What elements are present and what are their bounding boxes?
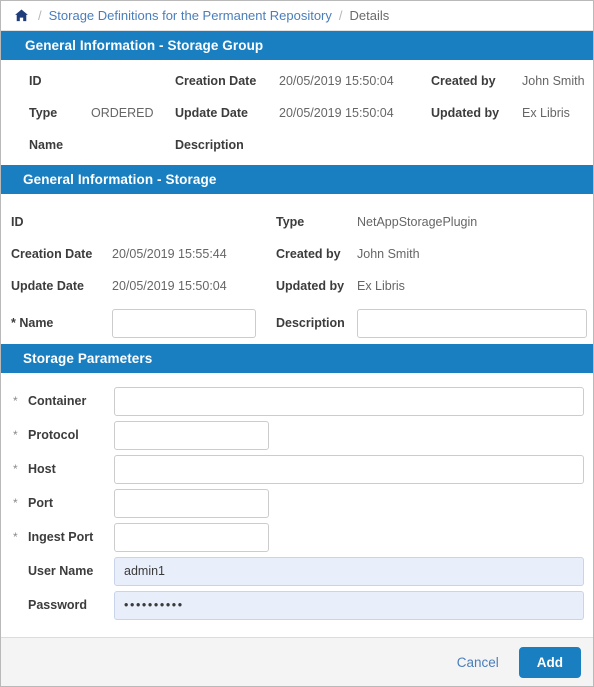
field-label-protocol: Protocol xyxy=(28,428,79,442)
field-label-storage-created-by: Created by xyxy=(276,247,341,261)
field-label-storage-id: ID xyxy=(11,215,24,229)
required-marker-icon: * xyxy=(13,530,18,544)
storage-row: ID Type NetAppStoragePlugin xyxy=(1,206,593,238)
field-value-storage-created-by: John Smith xyxy=(357,247,420,261)
param-row-password: * Password xyxy=(1,588,593,622)
required-marker-placeholder-icon: * xyxy=(13,565,23,577)
container-input[interactable] xyxy=(114,386,584,416)
field-label-storage-update-date: Update Date xyxy=(11,279,84,293)
password-input[interactable] xyxy=(114,590,584,620)
field-value-type: ORDERED xyxy=(91,106,154,120)
storage-group-panel: ID Creation Date 20/05/2019 15:50:04 Cre… xyxy=(1,60,593,165)
field-label-type: Type xyxy=(29,106,58,120)
breadcrumb-separator-1: / xyxy=(38,8,42,23)
storage-panel: ID Type NetAppStoragePlugin Creation Dat… xyxy=(1,194,593,344)
field-label-storage-name: * Name xyxy=(11,316,54,330)
field-label-ingest-port: Ingest Port xyxy=(28,530,94,544)
field-label-id: ID xyxy=(29,74,42,88)
field-label-storage-type: Type xyxy=(276,215,305,229)
param-row-container: * Container xyxy=(1,384,593,418)
storage-description-input[interactable] xyxy=(357,308,587,338)
field-label-updated-by: Updated by xyxy=(431,106,500,120)
required-marker-icon: * xyxy=(13,496,18,510)
home-icon[interactable] xyxy=(13,8,29,24)
field-value-storage-creation-date: 20/05/2019 15:55:44 xyxy=(112,247,227,261)
host-input[interactable] xyxy=(114,454,584,484)
field-label-storage-updated-by: Updated by xyxy=(276,279,345,293)
section-header-storage-group: General Information - Storage Group xyxy=(1,31,593,60)
storage-name-input[interactable] xyxy=(112,308,256,338)
param-row-ingest-port: * Ingest Port xyxy=(1,520,593,554)
param-row-host: * Host xyxy=(1,452,593,486)
required-marker-icon: * xyxy=(13,462,18,476)
storage-parameters-panel: * Container * Protocol * Host * Port * I… xyxy=(1,373,593,622)
storage-group-row: Type ORDERED Update Date 20/05/2019 15:5… xyxy=(1,97,593,129)
field-value-storage-update-date: 20/05/2019 15:50:04 xyxy=(112,279,227,293)
cancel-button[interactable]: Cancel xyxy=(447,649,509,676)
field-label-creation-date: Creation Date xyxy=(175,74,257,88)
breadcrumb-separator-2: / xyxy=(338,8,343,23)
protocol-input[interactable] xyxy=(114,420,269,450)
storage-group-row: Name Description xyxy=(1,129,593,161)
field-value-storage-updated-by: Ex Libris xyxy=(357,279,405,293)
user-name-input[interactable] xyxy=(114,556,584,586)
param-row-user-name: * User Name xyxy=(1,554,593,588)
field-value-creation-date: 20/05/2019 15:50:04 xyxy=(279,74,394,88)
form-content: General Information - Storage Group ID C… xyxy=(1,31,593,637)
field-label-created-by: Created by xyxy=(431,74,496,88)
field-label-description: Description xyxy=(175,138,244,152)
field-label-host: Host xyxy=(28,462,56,476)
port-input[interactable] xyxy=(114,488,269,518)
required-marker-icon: * xyxy=(13,428,18,442)
field-label-port: Port xyxy=(28,496,53,510)
storage-definition-details-page: / Storage Definitions for the Permanent … xyxy=(0,0,594,687)
add-button[interactable]: Add xyxy=(518,646,581,678)
required-marker-icon: * xyxy=(13,394,18,408)
breadcrumb-item-details: Details xyxy=(349,8,390,23)
section-header-storage: General Information - Storage xyxy=(1,165,593,194)
param-row-port: * Port xyxy=(1,486,593,520)
storage-row: Update Date 20/05/2019 15:50:04 Updated … xyxy=(1,270,593,302)
storage-row: Creation Date 20/05/2019 15:55:44 Create… xyxy=(1,238,593,270)
storage-name-description-row: * Name Description xyxy=(1,302,593,344)
breadcrumb: / Storage Definitions for the Permanent … xyxy=(1,1,593,31)
field-label-storage-creation-date: Creation Date xyxy=(11,247,93,261)
field-label-container: Container xyxy=(28,394,87,408)
field-label-user-name: User Name xyxy=(28,564,94,578)
field-label-name: Name xyxy=(29,138,64,152)
field-label-password: Password xyxy=(28,598,88,612)
field-label-storage-description: Description xyxy=(276,316,345,330)
ingest-port-input[interactable] xyxy=(114,522,269,552)
param-row-protocol: * Protocol xyxy=(1,418,593,452)
section-header-storage-parameters: Storage Parameters xyxy=(1,344,593,373)
breadcrumb-item-storage-definitions[interactable]: Storage Definitions for the Permanent Re… xyxy=(49,8,332,23)
field-value-storage-type: NetAppStoragePlugin xyxy=(357,215,478,229)
required-marker-placeholder-icon: * xyxy=(13,599,23,611)
field-label-update-date: Update Date xyxy=(175,106,248,120)
storage-group-row: ID Creation Date 20/05/2019 15:50:04 Cre… xyxy=(1,65,593,97)
field-value-created-by: John Smith xyxy=(522,74,585,88)
field-value-update-date: 20/05/2019 15:50:04 xyxy=(279,106,394,120)
form-footer: Cancel Add xyxy=(1,637,593,686)
field-value-updated-by: Ex Libris xyxy=(522,106,570,120)
